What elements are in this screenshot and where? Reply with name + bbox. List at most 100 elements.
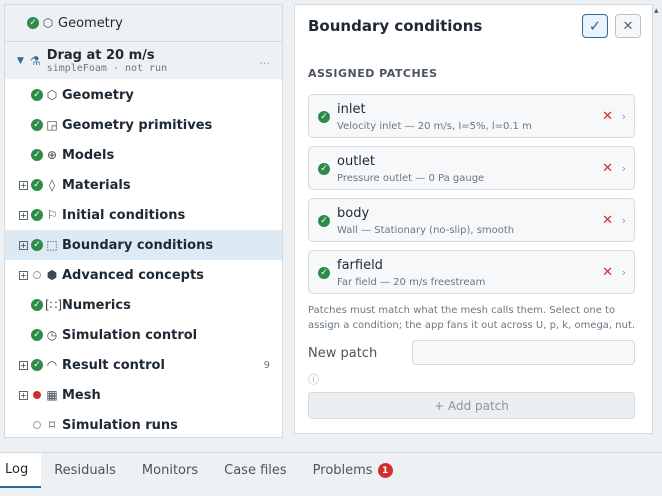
patch-name: body — [337, 206, 370, 221]
patch-card-inlet[interactable]: inlet Velocity inlet — 20 m/s, I=5%, l=0.… — [308, 94, 635, 138]
bracket-icon: [∷] — [45, 298, 62, 312]
section-heading: ASSIGNED PATCHES — [308, 67, 438, 80]
tree-item-label: Advanced concepts — [62, 267, 204, 283]
status-ok-icon — [31, 209, 43, 221]
patch-description: Velocity inlet — 20 m/s, I=5%, l=0.1 m — [337, 121, 532, 132]
tree-item-boundary-conditions[interactable]: + ⬚ Boundary conditions — [5, 230, 282, 260]
tab-residuals[interactable]: Residuals — [41, 453, 129, 488]
help-text: Patches must match what the mesh calls t… — [308, 305, 636, 331]
patch-name: inlet — [337, 102, 366, 117]
patch-card-farfield[interactable]: farfield Far field — 20 m/s freestream ✕ › — [308, 250, 635, 294]
tree-item-simulation-runs[interactable]: ⌑ Simulation runs — [5, 410, 282, 437]
tab-problems[interactable]: Problems 1 — [300, 453, 406, 488]
patch-name: farfield — [337, 258, 383, 273]
status-ok-icon — [318, 215, 330, 227]
delete-icon[interactable]: ✕ — [602, 213, 613, 228]
cube-icon: ⬡ — [46, 88, 58, 102]
collapse-triangle-icon[interactable]: ▼ — [17, 56, 24, 66]
expand-icon[interactable]: + — [19, 240, 28, 250]
tab-monitors[interactable]: Monitors — [129, 453, 211, 488]
tree-item-label: Numerics — [62, 297, 131, 313]
close-button[interactable]: ✕ — [615, 14, 641, 38]
case-row-drag[interactable]: ▼ ⚗ Drag at 20 m/s simpleFoam · not run … — [5, 42, 282, 79]
tree-item-simulation-control[interactable]: ◷ Simulation control — [5, 320, 282, 350]
status-ok-icon — [27, 17, 39, 29]
status-ok-icon — [318, 111, 330, 123]
tree-item-mesh[interactable]: + ▦ Mesh — [5, 380, 282, 410]
chevron-right-icon[interactable]: › — [622, 162, 626, 175]
delete-icon[interactable]: ✕ — [602, 161, 613, 176]
tree-item-geometry-primitives[interactable]: ◲ Geometry primitives — [5, 110, 282, 140]
count-badge: 9 — [263, 359, 270, 371]
patch-card-outlet[interactable]: outlet Pressure outlet — 0 Pa gauge ✕ › — [308, 146, 635, 190]
cube-icon: ⬡ — [42, 16, 54, 30]
hexagon-gear-icon: ⬢ — [46, 268, 58, 282]
tab-label: Residuals — [54, 463, 116, 478]
expand-icon[interactable]: + — [19, 360, 28, 370]
panel-title: Boundary conditions — [308, 17, 483, 35]
app-window: ⬡ Geometry ▼ ⚗ Drag at 20 m/s simpleFoam… — [0, 0, 662, 496]
more-icon[interactable]: … — [259, 54, 270, 67]
tab-case-files[interactable]: Case files — [211, 453, 300, 488]
info-icon[interactable]: ⓘ — [308, 371, 319, 387]
status-ok-icon — [31, 149, 43, 161]
tree-item-numerics[interactable]: [∷]Numerics — [5, 290, 282, 320]
chevron-right-icon[interactable]: › — [622, 266, 626, 279]
status-empty-icon — [33, 421, 41, 429]
boundary-icon: ⬚ — [46, 238, 58, 252]
delete-icon[interactable]: ✕ — [602, 265, 613, 280]
tree-item-label: Models — [62, 147, 115, 163]
patch-description: Far field — 20 m/s freestream — [337, 277, 486, 288]
flask-icon: ⚗ — [29, 53, 41, 68]
status-ok-icon — [31, 179, 43, 191]
tree-item-models[interactable]: ⊕ Models — [5, 140, 282, 170]
case-title: Drag at 20 m/s — [46, 47, 155, 63]
tree-item-advanced-concepts[interactable]: + ⬢ Advanced concepts — [5, 260, 282, 290]
status-ok-icon — [31, 239, 43, 251]
status-ok-icon — [31, 329, 43, 341]
status-ok-icon — [31, 299, 43, 311]
tree-item-geometry-root[interactable]: ⬡ Geometry — [5, 5, 282, 42]
tree-item-materials[interactable]: + ◊ Materials — [5, 170, 282, 200]
patch-description: Pressure outlet — 0 Pa gauge — [337, 173, 485, 184]
add-patch-button[interactable]: + Add patch — [308, 392, 635, 419]
status-ok-icon — [318, 267, 330, 279]
tree-item-result-control[interactable]: + ◠ Result control 9 — [5, 350, 282, 380]
tab-log[interactable]: Log — [0, 453, 42, 488]
status-ok-icon — [31, 359, 43, 371]
expand-icon[interactable]: + — [19, 180, 28, 190]
problems-count-badge: 1 — [377, 463, 393, 478]
delete-icon[interactable]: ✕ — [602, 109, 613, 124]
tree-item-label: Simulation control — [62, 327, 198, 343]
tab-label: Log — [5, 462, 29, 477]
tree-item-label: Mesh — [62, 387, 101, 403]
tree-item-label: Materials — [62, 177, 131, 193]
new-patch-input[interactable] — [412, 340, 635, 365]
pin-icon[interactable]: ▴ — [654, 6, 659, 16]
chevron-right-icon[interactable]: › — [622, 110, 626, 123]
tree-item-label: Result control — [62, 357, 165, 373]
patch-card-body[interactable]: body Wall — Stationary (no-slip), smooth ✕… — [308, 198, 635, 242]
tree-item-initial-conditions[interactable]: + ⚐ Initial conditions — [5, 200, 282, 230]
tab-label: Monitors — [141, 463, 199, 478]
case-subtitle: simpleFoam · not run — [46, 62, 168, 74]
status-error-icon — [33, 391, 41, 399]
tree-item-label: Geometry — [58, 15, 123, 31]
status-ok-icon — [31, 119, 43, 131]
new-patch-label: New patch — [308, 346, 378, 361]
tree-item-geometry[interactable]: ⬡ Geometry — [5, 80, 282, 110]
confirm-button[interactable]: ✓ — [582, 14, 608, 38]
tree-item-label: Initial conditions — [62, 207, 186, 223]
expand-icon[interactable]: + — [19, 270, 28, 280]
patch-description: Wall — Stationary (no-slip), smooth — [337, 225, 515, 236]
runs-icon: ⌑ — [48, 418, 56, 432]
tree-item-label: Geometry primitives — [62, 117, 213, 133]
gauge-icon: ◠ — [46, 358, 58, 372]
expand-icon[interactable]: + — [19, 210, 28, 220]
droplet-icon: ◊ — [49, 178, 55, 192]
case-tree: ⬡ Geometry ▼ ⚗ Drag at 20 m/s simpleFoam… — [4, 4, 283, 438]
chevron-right-icon[interactable]: › — [622, 214, 626, 227]
patch-name: outlet — [337, 154, 375, 169]
tree-item-label: Geometry — [62, 87, 134, 103]
expand-icon[interactable]: + — [19, 390, 28, 400]
